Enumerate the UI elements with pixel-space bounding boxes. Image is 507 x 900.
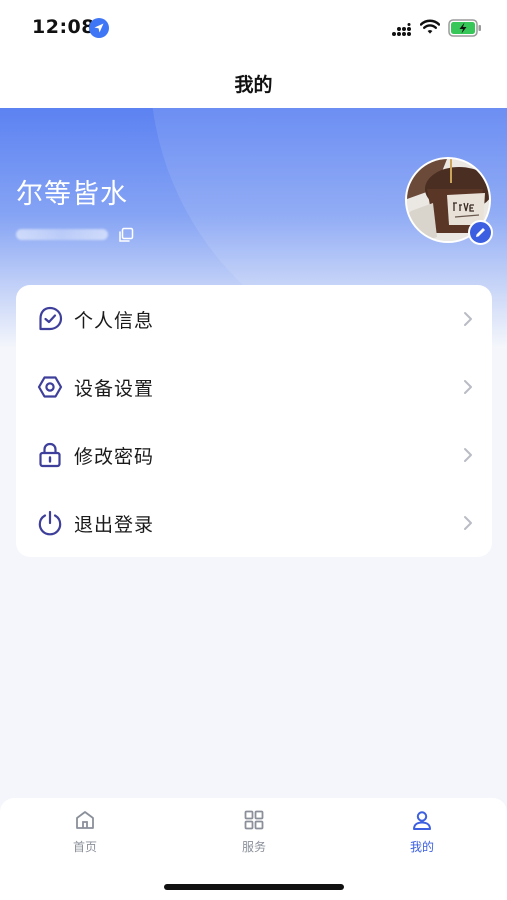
tab-mine[interactable]: 我的 xyxy=(382,808,462,858)
menu-item-device-settings[interactable]: 设备设置 xyxy=(16,353,492,421)
home-indicator[interactable] xyxy=(164,884,344,890)
menu-item-change-password[interactable]: 修改密码 xyxy=(16,421,492,489)
grid-icon xyxy=(244,810,264,830)
nav-bar: 我的 xyxy=(0,58,507,108)
masked-phone-number xyxy=(16,229,108,240)
username: 尔等皆水 xyxy=(16,179,128,210)
device-settings-icon xyxy=(36,373,64,401)
wifi-icon xyxy=(419,19,441,35)
chevron-right-icon xyxy=(462,447,474,463)
menu-item-personal-info[interactable]: 个人信息 xyxy=(16,285,492,353)
pencil-icon xyxy=(476,228,485,237)
menu-item-label: 修改密码 xyxy=(74,446,155,468)
tab-label: 我的 xyxy=(409,840,434,854)
status-time: 12:08 xyxy=(32,16,95,38)
tab-home[interactable]: 首页 xyxy=(45,808,125,858)
tab-label: 服务 xyxy=(241,840,266,854)
menu-card: 个人信息 设备设置 修改密码 退出登录 xyxy=(16,285,492,557)
user-icon xyxy=(413,811,431,830)
edit-avatar-button[interactable] xyxy=(468,220,493,245)
location-arrow-icon xyxy=(89,18,109,38)
menu-item-label: 个人信息 xyxy=(74,310,155,332)
power-icon xyxy=(36,509,64,537)
menu-item-label: 退出登录 xyxy=(74,514,155,536)
chevron-right-icon xyxy=(462,379,474,395)
copy-icon[interactable] xyxy=(117,226,135,244)
battery-charging-icon xyxy=(448,19,482,37)
chevron-right-icon xyxy=(462,311,474,327)
signal-icon xyxy=(391,22,413,36)
menu-item-logout[interactable]: 退出登录 xyxy=(16,489,492,557)
chevron-right-icon xyxy=(462,515,474,531)
page-title: 我的 xyxy=(234,74,273,96)
menu-item-label: 设备设置 xyxy=(74,378,155,400)
tab-services[interactable]: 服务 xyxy=(214,808,294,858)
status-bar: 12:08 xyxy=(0,0,507,58)
home-icon xyxy=(76,811,94,829)
tab-label: 首页 xyxy=(72,840,97,854)
lock-icon xyxy=(36,441,64,469)
personal-info-icon xyxy=(36,305,64,333)
